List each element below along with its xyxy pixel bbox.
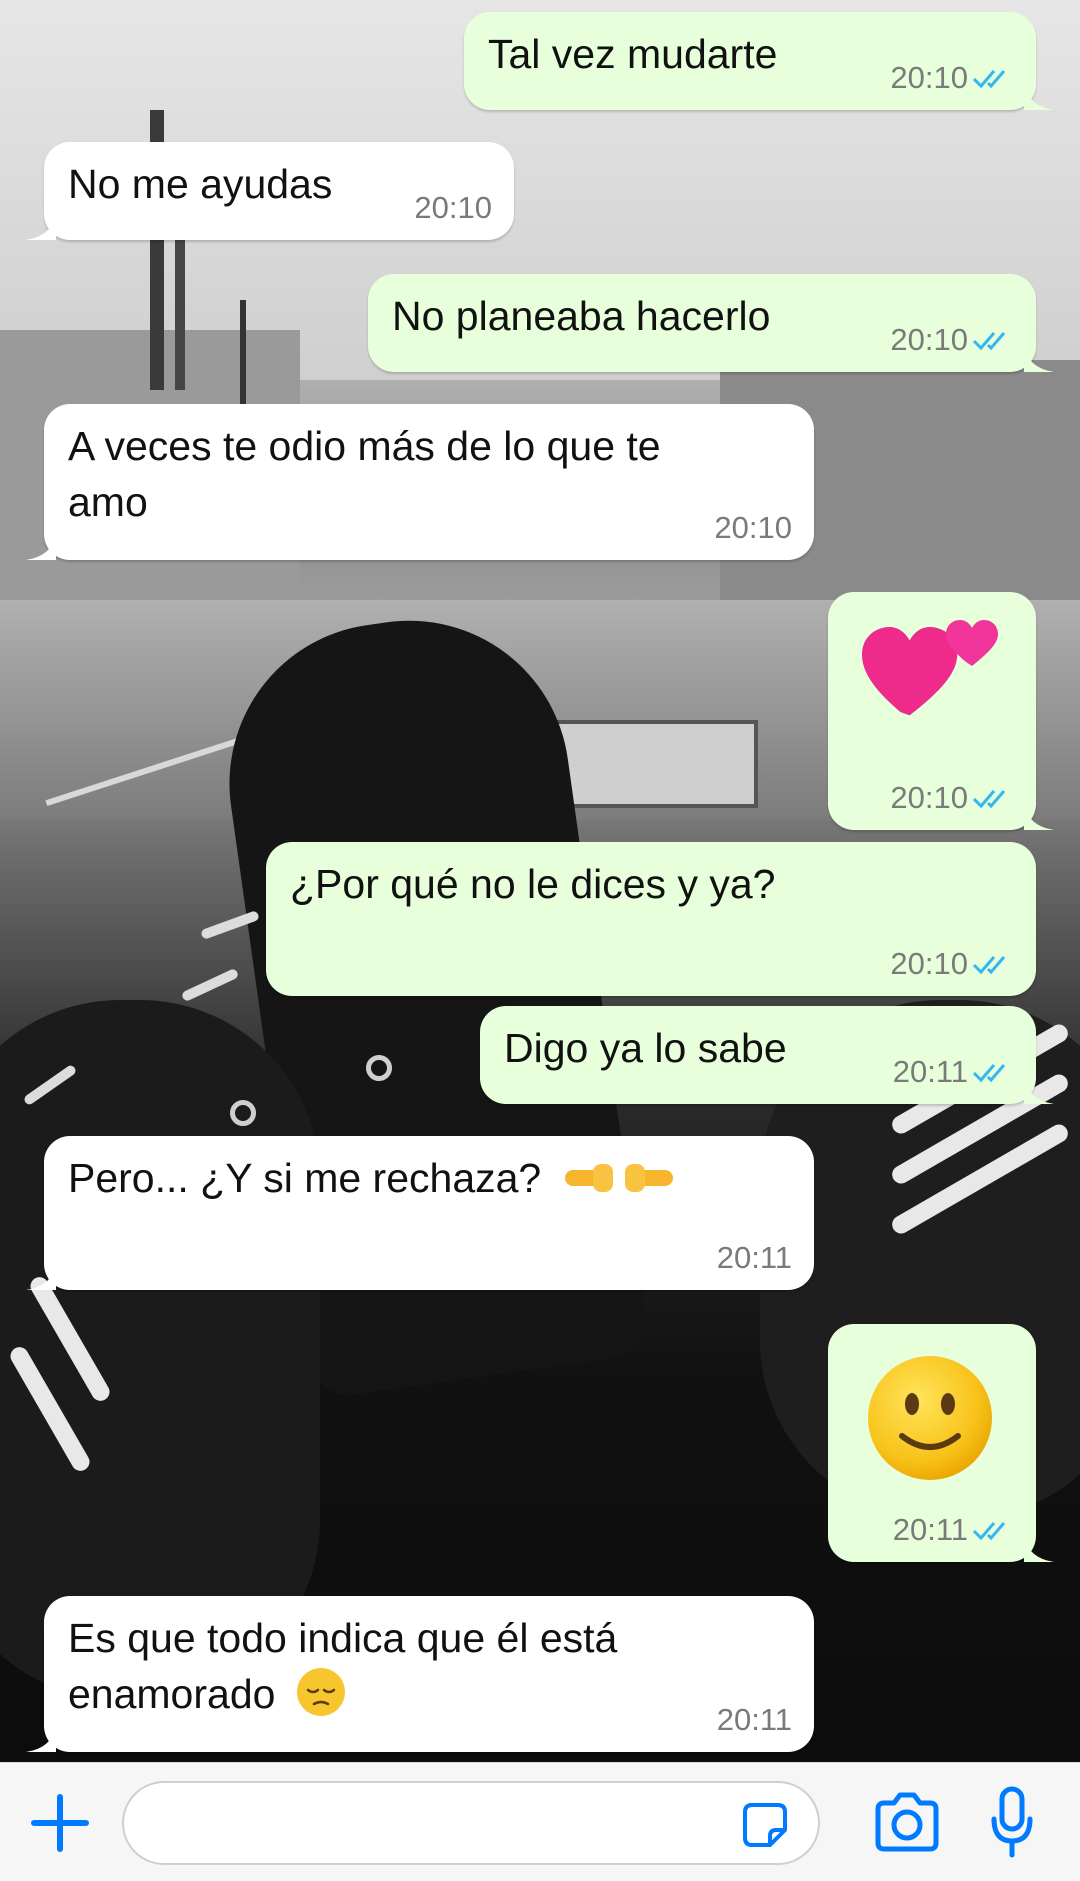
bubble-tail [26, 214, 56, 240]
bubble-tail [1024, 804, 1054, 830]
message-text-row: Es que todo indica que él está enamorado [68, 1610, 714, 1722]
wallpaper-eyelet [230, 1100, 256, 1126]
wallpaper-sneaker [0, 1000, 320, 1700]
message-time: 20:10 [714, 510, 792, 545]
message-text: ¿Por qué no le dices y ya? [290, 861, 776, 907]
message-meta: 20:10 [714, 510, 792, 546]
message-text: Pero... ¿Y si me rechaza? [68, 1155, 542, 1201]
double-check-read-icon [972, 1522, 1006, 1541]
message-time: 20:11 [892, 1054, 968, 1089]
message-input[interactable] [122, 1781, 820, 1865]
double-check-read-icon [972, 790, 1006, 809]
bubble-tail [1024, 84, 1054, 110]
message-text-row: Pero... ¿Y si me rechaza? [68, 1150, 790, 1206]
two-hearts-icon [862, 620, 998, 716]
pensive-face-icon [296, 1668, 345, 1716]
sticker-icon[interactable] [740, 1800, 790, 1850]
message-meta: 20:10 [890, 60, 1016, 96]
message-time: 20:10 [414, 190, 492, 225]
message-bubble-outgoing[interactable]: 20:11 [828, 1324, 1054, 1562]
message-meta: 20:10 [890, 780, 1016, 816]
message-meta: 20:10 [890, 322, 1016, 358]
double-check-read-icon [972, 956, 1006, 975]
message-meta: 20:11 [717, 1702, 792, 1738]
message-meta: 20:10 [890, 946, 1016, 982]
message-bubble-incoming[interactable]: A veces te odio más de lo que te amo 20:… [26, 404, 814, 560]
message-bubble-outgoing[interactable]: Tal vez mudarte 20:10 [464, 12, 1054, 110]
message-meta: 20:11 [893, 1512, 1016, 1548]
microphone-icon[interactable] [990, 1785, 1034, 1859]
wallpaper-palm-tree [175, 230, 185, 390]
message-meta: 20:11 [893, 1054, 1016, 1090]
bubble-tail [1024, 346, 1054, 372]
message-bubble-incoming[interactable]: Pero... ¿Y si me rechaza? 20:11 [26, 1136, 814, 1290]
message-time: 20:11 [716, 1702, 792, 1737]
message-time: 20:10 [890, 946, 968, 981]
double-check-read-icon [972, 1064, 1006, 1083]
message-time: 20:10 [890, 780, 968, 815]
message-meta: 20:10 [414, 190, 492, 226]
message-bubble-outgoing[interactable]: ¿Por qué no le dices y ya? 20:10 [266, 842, 1036, 996]
bubble-tail [1024, 1078, 1054, 1104]
message-time: 20:11 [892, 1512, 968, 1547]
message-time: 20:10 [890, 322, 968, 357]
double-check-read-icon [972, 332, 1006, 351]
message-meta: 20:11 [717, 1240, 792, 1276]
bubble-tail [26, 1726, 56, 1752]
message-composer [0, 1762, 1080, 1881]
bubble-tail [26, 534, 56, 560]
message-bubble-outgoing[interactable]: No planeaba hacerlo 20:10 [368, 274, 1054, 372]
message-time: 20:10 [890, 60, 968, 95]
index-pointing-fingers-icon [564, 1164, 673, 1192]
plus-icon[interactable] [28, 1791, 92, 1855]
double-check-read-icon [972, 70, 1006, 89]
camera-icon[interactable] [872, 1791, 942, 1853]
message-text: A veces te odio más de lo que te amo [68, 423, 661, 525]
slightly-smiling-face-icon [868, 1356, 992, 1480]
wallpaper-utility-pole [240, 300, 246, 420]
message-bubble-incoming[interactable]: Es que todo indica que él está enamorado… [26, 1596, 814, 1752]
message-time: 20:11 [716, 1240, 792, 1275]
bubble-tail [26, 1264, 56, 1290]
bubble-tail [1024, 1536, 1054, 1562]
wallpaper-shoelace [180, 967, 240, 1003]
message-bubble-outgoing[interactable]: Digo ya lo sabe 20:11 [480, 1006, 1054, 1104]
wallpaper-eyelet [366, 1055, 392, 1081]
message-bubble-incoming[interactable]: No me ayudas 20:10 [26, 142, 514, 240]
message-bubble-outgoing[interactable]: 20:10 [828, 592, 1054, 830]
